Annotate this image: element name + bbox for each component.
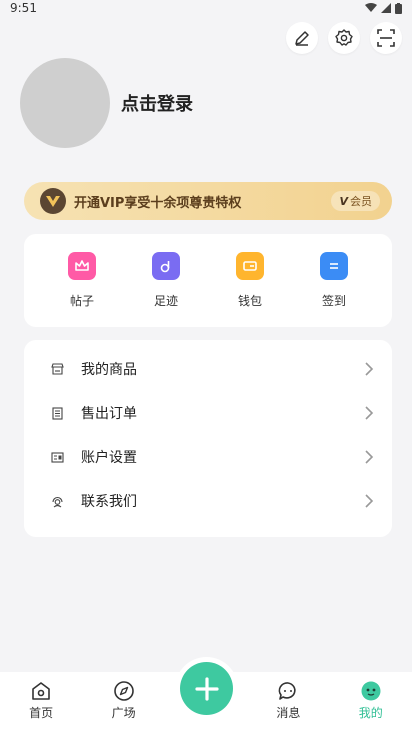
settings-button[interactable]: [328, 22, 360, 54]
vip-badge-label: 会员: [350, 195, 372, 208]
wifi-icon: [365, 3, 377, 12]
menu-item-label: 账户设置: [81, 450, 137, 466]
nav-item-messages[interactable]: 消息: [258, 680, 318, 721]
status-icons: [365, 2, 402, 14]
menu-item-account-settings[interactable]: 账户设置: [24, 435, 392, 479]
pencil-icon: [295, 31, 309, 46]
quick-action-posts[interactable]: 帖子: [52, 252, 112, 309]
compass-icon: [113, 681, 134, 701]
nav-label: 广场: [111, 706, 136, 720]
gear-icon: [335, 29, 353, 46]
menu-item-label: 联系我们: [81, 494, 137, 510]
quick-action-label: 钱包: [237, 294, 262, 308]
quick-action-label: 足迹: [153, 294, 178, 308]
quick-action-label: 帖子: [69, 294, 94, 308]
scan-icon: [377, 29, 395, 47]
account-icon: [50, 450, 64, 464]
login-prompt[interactable]: 点击登录: [121, 90, 193, 116]
footprint-icon: [152, 252, 180, 280]
top-actions: [286, 22, 402, 54]
quick-actions-card: 帖子 足迹 钱包 签到: [24, 234, 392, 327]
store-icon: [50, 362, 64, 376]
avatar[interactable]: [20, 58, 110, 148]
vip-banner[interactable]: 开通VIP享受十余项尊贵特权 V 会员: [24, 182, 392, 220]
chevron-right-icon: [365, 406, 374, 420]
plus-icon: [194, 676, 219, 701]
quick-action-label: 签到: [321, 294, 346, 308]
menu-card: 我的商品 售出订单 账户设置 联系我们: [24, 340, 392, 537]
vip-badge: V 会员: [331, 191, 380, 211]
home-icon: [32, 682, 50, 700]
nav-label: 我的: [358, 706, 383, 720]
quick-action-checkin[interactable]: 签到: [304, 252, 364, 309]
support-icon: [50, 494, 64, 508]
edit-button[interactable]: [286, 22, 318, 54]
vip-badge-v: V: [339, 194, 348, 208]
quick-action-footprints[interactable]: 足迹: [136, 252, 196, 309]
vip-shield-icon: [40, 188, 66, 214]
message-icon: [278, 682, 296, 700]
nav-label: 消息: [276, 706, 301, 720]
signal-icon: [381, 3, 391, 13]
wallet-icon: [236, 252, 264, 280]
menu-item-contact-us[interactable]: 联系我们: [24, 479, 392, 523]
profile-icon: [361, 681, 381, 701]
nav-label: 首页: [29, 706, 54, 720]
chevron-right-icon: [365, 494, 374, 508]
menu-item-label: 售出订单: [81, 406, 137, 422]
menu-item-sold-orders[interactable]: 售出订单: [24, 391, 392, 435]
status-time: 9:51: [10, 1, 37, 15]
menu-item-label: 我的商品: [81, 362, 137, 378]
scan-button[interactable]: [370, 22, 402, 54]
menu-item-my-products[interactable]: 我的商品: [24, 347, 392, 391]
battery-icon: [395, 2, 402, 14]
status-bar: 9:51: [0, 0, 412, 16]
checkin-icon: [320, 252, 348, 280]
nav-item-square[interactable]: 广场: [94, 680, 154, 721]
vip-banner-text: 开通VIP享受十余项尊贵特权: [74, 195, 242, 211]
publish-button[interactable]: [180, 662, 233, 715]
order-icon: [50, 406, 64, 420]
nav-item-home[interactable]: 首页: [11, 680, 71, 721]
chevron-right-icon: [365, 362, 374, 376]
quick-action-wallet[interactable]: 钱包: [220, 252, 280, 309]
nav-item-mine[interactable]: 我的: [341, 680, 401, 721]
chevron-right-icon: [365, 450, 374, 464]
crown-icon: [68, 252, 96, 280]
